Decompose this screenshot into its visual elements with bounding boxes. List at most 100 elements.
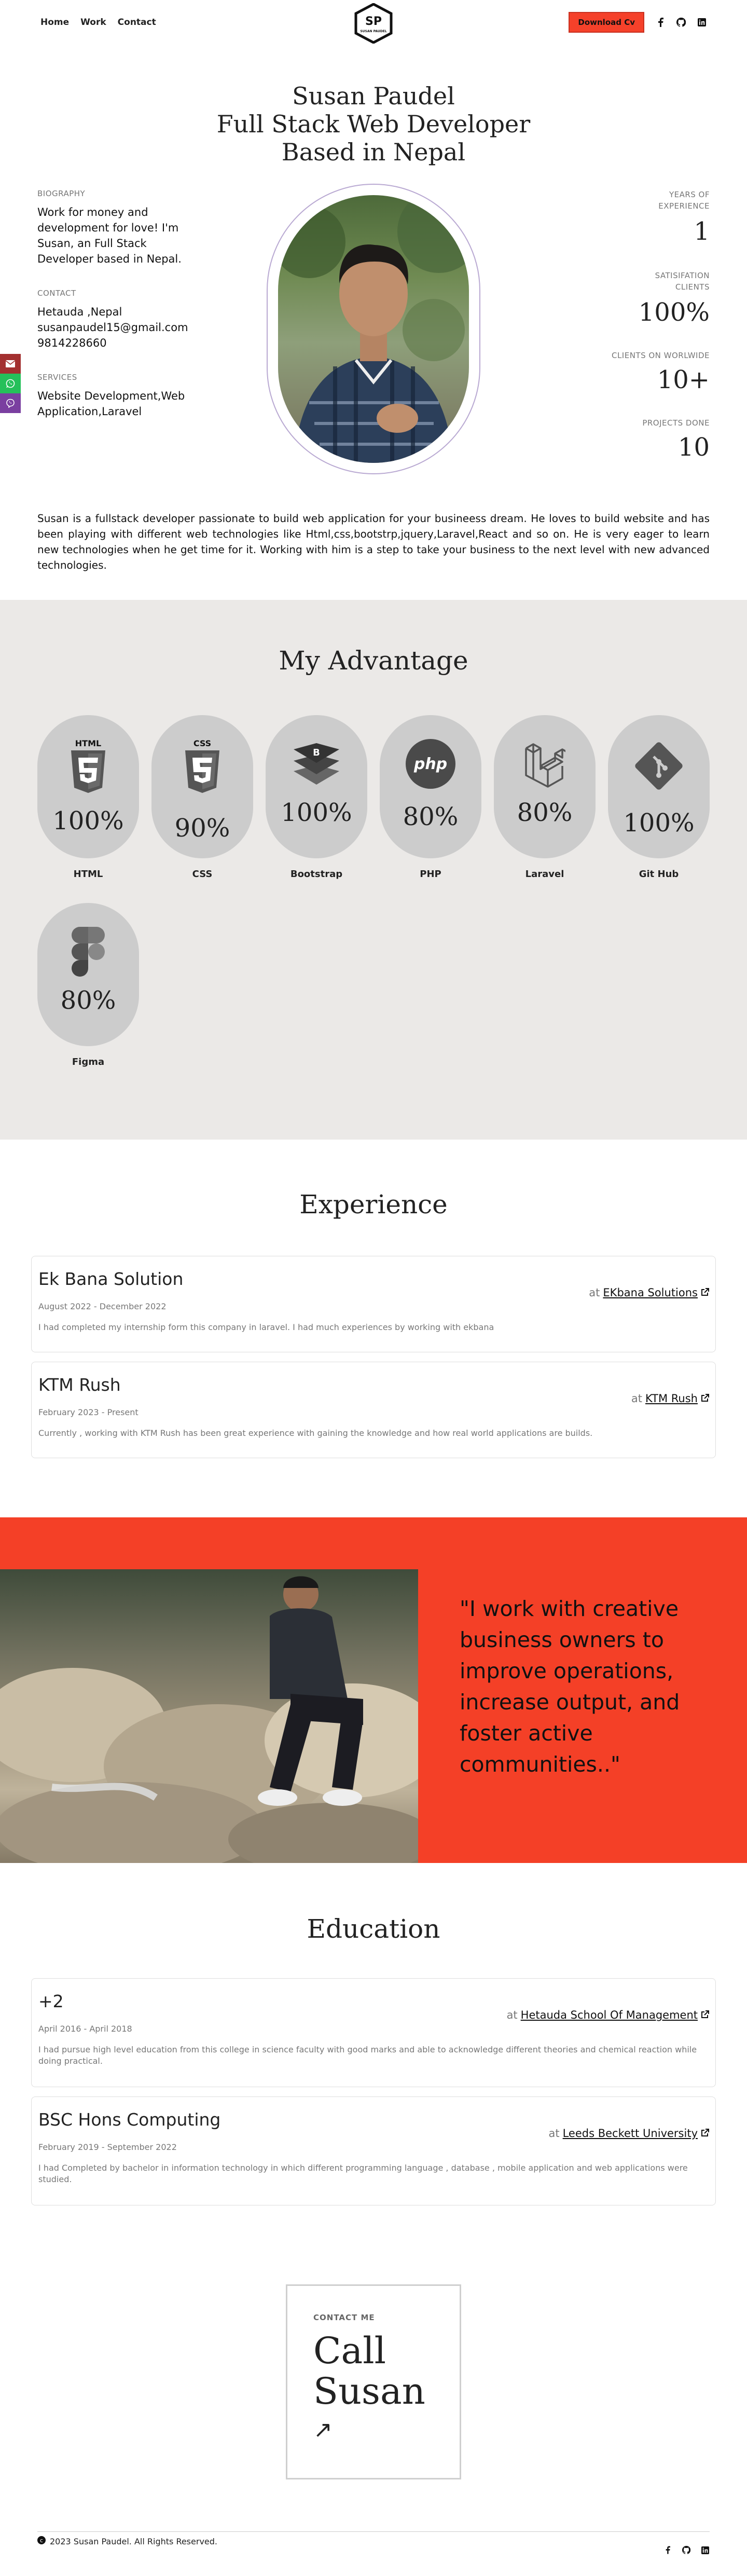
html5-icon: HTML bbox=[68, 738, 108, 797]
linkedin-icon[interactable] bbox=[700, 2545, 710, 2555]
experience-company-link-group: at KTM Rush bbox=[631, 1392, 709, 1405]
stat-value-clients: 10+ bbox=[657, 365, 710, 394]
experience-description: I had completed my internship form this … bbox=[38, 1322, 494, 1332]
experience-company-link[interactable]: KTM Rush bbox=[645, 1392, 698, 1405]
education-description: I had pursue high level education from t… bbox=[38, 2045, 697, 2066]
experience-company: KTM Rush bbox=[38, 1375, 121, 1395]
nav-link-contact[interactable]: Contact bbox=[118, 17, 156, 28]
skill-percent-bootstrap: 100% bbox=[281, 798, 352, 827]
education-institution-link[interactable]: Leeds Beckett University bbox=[563, 2127, 698, 2140]
stat-value-years: 1 bbox=[694, 217, 710, 246]
svg-text:HTML: HTML bbox=[75, 738, 101, 748]
experience-company-link-group: at EKbana Solutions bbox=[589, 1286, 709, 1299]
education-date: February 2019 - September 2022 bbox=[38, 2142, 177, 2152]
education-title: Education bbox=[307, 1914, 440, 1944]
svg-text:B: B bbox=[313, 747, 320, 758]
skill-percent-figma: 80% bbox=[60, 986, 116, 1015]
logo-initials: SP bbox=[365, 15, 382, 28]
facebook-icon[interactable] bbox=[656, 18, 665, 27]
education-date: April 2016 - April 2018 bbox=[38, 2024, 132, 2034]
copyright-icon: c bbox=[37, 2536, 46, 2546]
skill-percent-github: 100% bbox=[623, 809, 695, 838]
nav-actions: Download Cv bbox=[569, 12, 707, 33]
hero-title-line-role: Full Stack Web Developer bbox=[216, 110, 531, 138]
contact-call-line2: Susan bbox=[313, 2370, 425, 2413]
education-institution-link[interactable]: Hetauda School Of Management bbox=[521, 2009, 698, 2021]
contact-call-text: Call Susan bbox=[313, 2331, 434, 2411]
services-text: Website Development,Web Application,Lara… bbox=[37, 390, 185, 418]
linkedin-icon[interactable] bbox=[697, 18, 707, 27]
github-icon[interactable] bbox=[682, 2545, 691, 2555]
experience-date: February 2023 - Present bbox=[38, 1407, 139, 1417]
figma-icon bbox=[72, 927, 105, 979]
skill-card-figma: 80% Figma bbox=[37, 903, 139, 1067]
hero-title-line-location: Based in Nepal bbox=[281, 138, 466, 166]
external-link-icon[interactable] bbox=[701, 1392, 709, 1405]
laravel-icon bbox=[524, 743, 570, 790]
profile-portrait-frame bbox=[267, 184, 480, 474]
nav-link-work[interactable]: Work bbox=[80, 17, 106, 28]
skill-name-bootstrap: Bootstrap bbox=[290, 869, 343, 880]
skill-name-github: Git Hub bbox=[639, 869, 679, 880]
logo-text: SUSAN PAUDEL bbox=[360, 30, 387, 33]
skill-name-php: PHP bbox=[420, 869, 441, 880]
skill-card-bootstrap: B 100% Bootstrap bbox=[266, 715, 367, 880]
at-label: at bbox=[548, 2127, 560, 2140]
hero-title-line-name: Susan Paudel bbox=[292, 82, 455, 110]
education-description: I had Completed by bachelor in informati… bbox=[38, 2163, 688, 2184]
nav-link-home[interactable]: Home bbox=[40, 17, 69, 28]
footer: c 2023 Susan Paudel. All Rights Reserved… bbox=[37, 2531, 710, 2576]
external-link-icon[interactable] bbox=[701, 2127, 709, 2140]
hero-title: Susan Paudel Full Stack Web Developer Ba… bbox=[0, 82, 747, 166]
contact-me-label: CONTACT ME bbox=[313, 2313, 375, 2322]
contact-phone[interactable]: 9814228660 bbox=[37, 335, 188, 351]
profile-photo bbox=[278, 195, 469, 463]
services-label: SERVICES bbox=[37, 373, 77, 382]
contact-address: Hetauda ,Nepal bbox=[37, 306, 122, 318]
quote-text: "I work with creative business owners to… bbox=[460, 1596, 680, 1777]
education-institution-link-group: at Hetauda School Of Management bbox=[507, 2009, 709, 2021]
bio-column: BIOGRAPHY Work for money and development… bbox=[37, 189, 188, 419]
at-label: at bbox=[631, 1392, 643, 1405]
footer-social-icons bbox=[663, 2536, 710, 2555]
svg-text:php: php bbox=[413, 755, 447, 773]
biography-label: BIOGRAPHY bbox=[37, 189, 86, 198]
stat-label-clients: CLIENTS ON WORLWIDE bbox=[611, 351, 710, 360]
education-institution-link-group: at Leeds Beckett University bbox=[548, 2127, 709, 2140]
footer-copyright-group: c 2023 Susan Paudel. All Rights Reserved… bbox=[37, 2536, 217, 2546]
stats-column: YEARS OF EXPERIENCE 1 SATISIFATION CLIEN… bbox=[554, 189, 710, 462]
experience-date: August 2022 - December 2022 bbox=[38, 1301, 167, 1311]
svg-text:CSS: CSS bbox=[193, 738, 211, 748]
education-card: +2 April 2016 - April 2018 I had pursue … bbox=[31, 1978, 716, 2087]
experience-description: Currently , working with KTM Rush has be… bbox=[38, 1428, 593, 1438]
about-paragraph: Susan is a fullstack developer passionat… bbox=[37, 512, 710, 571]
at-label: at bbox=[589, 1286, 600, 1299]
contact-email[interactable]: susanpaudel15@gmail.com bbox=[37, 320, 188, 335]
github-icon[interactable] bbox=[676, 18, 686, 27]
php-icon: php bbox=[405, 738, 457, 792]
at-label: at bbox=[506, 2009, 518, 2021]
bootstrap-icon: B bbox=[292, 741, 341, 788]
experience-company-link[interactable]: EKbana Solutions bbox=[603, 1286, 698, 1299]
experience-title: Experience bbox=[299, 1189, 448, 1220]
arrow-up-right-icon[interactable]: ↗ bbox=[313, 2417, 434, 2443]
skill-card-css: CSS 90% CSS bbox=[151, 715, 253, 880]
git-icon bbox=[634, 741, 684, 793]
contact-call-line1: Call bbox=[313, 2330, 386, 2372]
experience-card: KTM Rush February 2023 - Present Current… bbox=[31, 1362, 716, 1458]
facebook-icon[interactable] bbox=[663, 2545, 672, 2555]
external-link-icon[interactable] bbox=[701, 1286, 709, 1299]
stat-value-projects: 10 bbox=[677, 433, 710, 462]
skill-name-figma: Figma bbox=[72, 1057, 105, 1067]
download-cv-button[interactable]: Download Cv bbox=[569, 12, 644, 33]
skill-card-github: 100% Git Hub bbox=[608, 715, 710, 880]
contact-me-card[interactable]: CONTACT ME Call Susan ↗ bbox=[286, 2284, 461, 2479]
skill-percent-laravel: 80% bbox=[517, 798, 573, 827]
site-logo[interactable]: SP SUSAN PAUDEL bbox=[353, 3, 394, 44]
external-link-icon[interactable] bbox=[701, 2009, 709, 2021]
education-card: BSC Hons Computing February 2019 - Septe… bbox=[31, 2097, 716, 2205]
svg-text:c: c bbox=[40, 2537, 43, 2544]
main-nav: Home Work Contact bbox=[40, 17, 156, 28]
advantage-section: My Advantage HTML 100% HTML CSS 90% CSS … bbox=[0, 600, 747, 1140]
skill-name-html: HTML bbox=[73, 869, 103, 880]
